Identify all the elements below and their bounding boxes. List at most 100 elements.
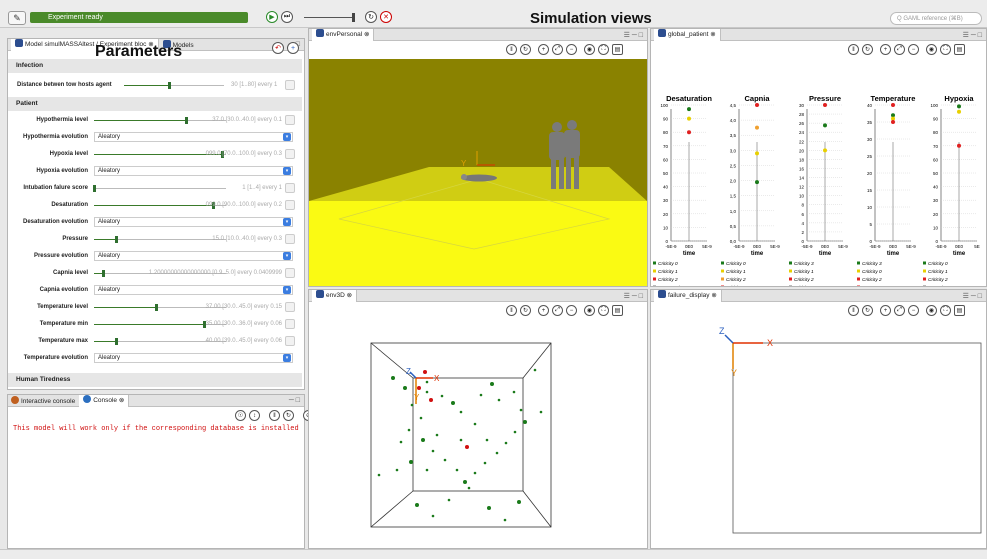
tab-env3d[interactable]: env3D ⊗ bbox=[312, 289, 358, 302]
agent-dot[interactable] bbox=[407, 428, 411, 432]
zoom-in-icon[interactable]: + bbox=[880, 305, 891, 316]
sync-icon[interactable]: ↻ bbox=[862, 305, 873, 316]
data-point[interactable] bbox=[687, 116, 691, 121]
pause-icon[interactable]: ‖ bbox=[506, 44, 517, 55]
agent-dot[interactable] bbox=[415, 503, 419, 507]
chevron-down-icon[interactable]: ▾ bbox=[283, 286, 291, 294]
zoom-out-icon[interactable]: − bbox=[566, 44, 577, 55]
slider-knob[interactable] bbox=[115, 236, 119, 243]
agent-dot[interactable] bbox=[431, 514, 435, 518]
agent-dot[interactable] bbox=[447, 498, 451, 502]
speed-slider[interactable] bbox=[304, 17, 354, 18]
desaturation-edit-button[interactable] bbox=[285, 200, 295, 210]
pause-icon[interactable]: ‖ bbox=[506, 305, 517, 316]
data-point[interactable] bbox=[755, 125, 759, 130]
pause-icon[interactable]: ‖ bbox=[848, 305, 859, 316]
agent-dot[interactable] bbox=[451, 401, 455, 405]
zoom-fit-icon[interactable]: ⤢ bbox=[894, 305, 905, 316]
intubation-score-slider[interactable] bbox=[93, 185, 226, 192]
distance-slider[interactable] bbox=[124, 82, 224, 89]
agent-dot[interactable] bbox=[391, 376, 395, 380]
sync-icon[interactable]: ↻ bbox=[520, 305, 531, 316]
agent-dot[interactable] bbox=[539, 410, 543, 414]
distance-edit-button[interactable] bbox=[285, 80, 295, 90]
console-refresh-icon[interactable]: ↻ bbox=[283, 410, 294, 421]
edit-icon[interactable]: ✎ bbox=[8, 11, 26, 25]
close-experiment-icon[interactable]: ✕ bbox=[380, 11, 392, 23]
data-point[interactable] bbox=[957, 104, 961, 109]
agent-dot[interactable] bbox=[497, 398, 501, 402]
zoom-in-icon[interactable]: + bbox=[538, 305, 549, 316]
agent-dot[interactable] bbox=[443, 458, 447, 462]
sync-icon[interactable]: ↻ bbox=[520, 44, 531, 55]
agent-dot[interactable] bbox=[463, 480, 467, 484]
zoom-out-icon[interactable]: − bbox=[908, 44, 919, 55]
agent-dot[interactable] bbox=[473, 422, 477, 426]
agent-dot[interactable] bbox=[517, 500, 521, 504]
pause-icon[interactable]: ‖ bbox=[848, 44, 859, 55]
agent-dot[interactable] bbox=[425, 380, 429, 384]
data-point[interactable] bbox=[823, 103, 827, 107]
agent-dot[interactable] bbox=[410, 403, 414, 407]
layers-icon[interactable]: ▤ bbox=[612, 305, 623, 316]
agent-dot[interactable] bbox=[519, 408, 523, 412]
layers-icon[interactable]: ▤ bbox=[954, 44, 965, 55]
layers-icon[interactable]: ▤ bbox=[612, 44, 623, 55]
agent-dot[interactable] bbox=[455, 468, 459, 472]
hypothermia-evolution-select[interactable]: Aleatory ▾ bbox=[94, 132, 293, 142]
agent-dot[interactable] bbox=[421, 438, 425, 442]
chevron-down-icon[interactable]: ▾ bbox=[283, 354, 291, 362]
chevron-down-icon[interactable]: ▾ bbox=[283, 167, 291, 175]
sync-icon[interactable]: ↻ bbox=[862, 44, 873, 55]
slider-knob[interactable] bbox=[115, 338, 119, 345]
data-point[interactable] bbox=[687, 107, 691, 112]
data-point[interactable] bbox=[823, 148, 827, 153]
section-patient[interactable]: Patient bbox=[8, 97, 302, 111]
slider-knob[interactable] bbox=[102, 270, 106, 277]
agent-dot[interactable] bbox=[425, 390, 429, 394]
agent-dot[interactable] bbox=[513, 430, 517, 434]
agent-dot-critical[interactable] bbox=[417, 386, 421, 390]
console-wrap-icon[interactable]: ↕ bbox=[249, 410, 260, 421]
add-parameter-icon[interactable]: + bbox=[287, 42, 299, 54]
tab-interactive-console[interactable]: Interactive console bbox=[11, 396, 75, 405]
revert-icon[interactable]: ↶ bbox=[272, 42, 284, 54]
zoom-fit-icon[interactable]: ⤢ bbox=[552, 305, 563, 316]
agent-dot-critical[interactable] bbox=[429, 398, 433, 402]
agent-dot[interactable] bbox=[512, 390, 516, 394]
data-point[interactable] bbox=[755, 151, 759, 156]
data-point[interactable] bbox=[891, 120, 895, 124]
temperature-min-edit-button[interactable] bbox=[285, 319, 295, 329]
temperature-level-edit-button[interactable] bbox=[285, 302, 295, 312]
agent-dot[interactable] bbox=[487, 506, 491, 510]
play-icon[interactable]: ▶ bbox=[266, 11, 278, 23]
agent-dot[interactable] bbox=[473, 471, 477, 475]
tab-console[interactable]: Console ⊗ bbox=[79, 394, 130, 407]
data-point[interactable] bbox=[891, 103, 895, 107]
tab-failure-display[interactable]: failure_display ⊗ bbox=[654, 289, 722, 302]
zoom-fit-icon[interactable]: ⤢ bbox=[552, 44, 563, 55]
chevron-down-icon[interactable]: ▾ bbox=[283, 252, 291, 260]
agent-dot[interactable] bbox=[377, 473, 381, 477]
console-controls-icon[interactable]: ─ □ bbox=[289, 397, 304, 404]
agent-dot[interactable] bbox=[419, 416, 423, 420]
slider-knob[interactable] bbox=[185, 117, 189, 124]
fullscreen-icon[interactable]: ⛶ bbox=[940, 44, 951, 55]
capnia-evolution-select[interactable]: Aleatory ▾ bbox=[94, 285, 293, 295]
agent-dot[interactable] bbox=[459, 410, 463, 414]
temperature-max-edit-button[interactable] bbox=[285, 336, 295, 346]
agent-dot[interactable] bbox=[440, 394, 444, 398]
agent-dot[interactable] bbox=[435, 433, 439, 437]
snapshot-icon[interactable]: ◉ bbox=[926, 305, 937, 316]
env-personal-canvas[interactable]: Y bbox=[309, 59, 647, 286]
agent-dot[interactable] bbox=[533, 368, 537, 372]
snapshot-icon[interactable]: ◉ bbox=[926, 44, 937, 55]
speed-slider-knob[interactable] bbox=[352, 13, 355, 22]
console-pause-icon[interactable]: ‖ bbox=[269, 410, 280, 421]
agent-dot[interactable] bbox=[479, 393, 483, 397]
agent-dot[interactable] bbox=[459, 438, 463, 442]
chevron-down-icon[interactable]: ▾ bbox=[283, 218, 291, 226]
agent-dot[interactable] bbox=[483, 461, 487, 465]
agent-dot[interactable] bbox=[467, 486, 471, 490]
agent-dot[interactable] bbox=[431, 449, 435, 453]
